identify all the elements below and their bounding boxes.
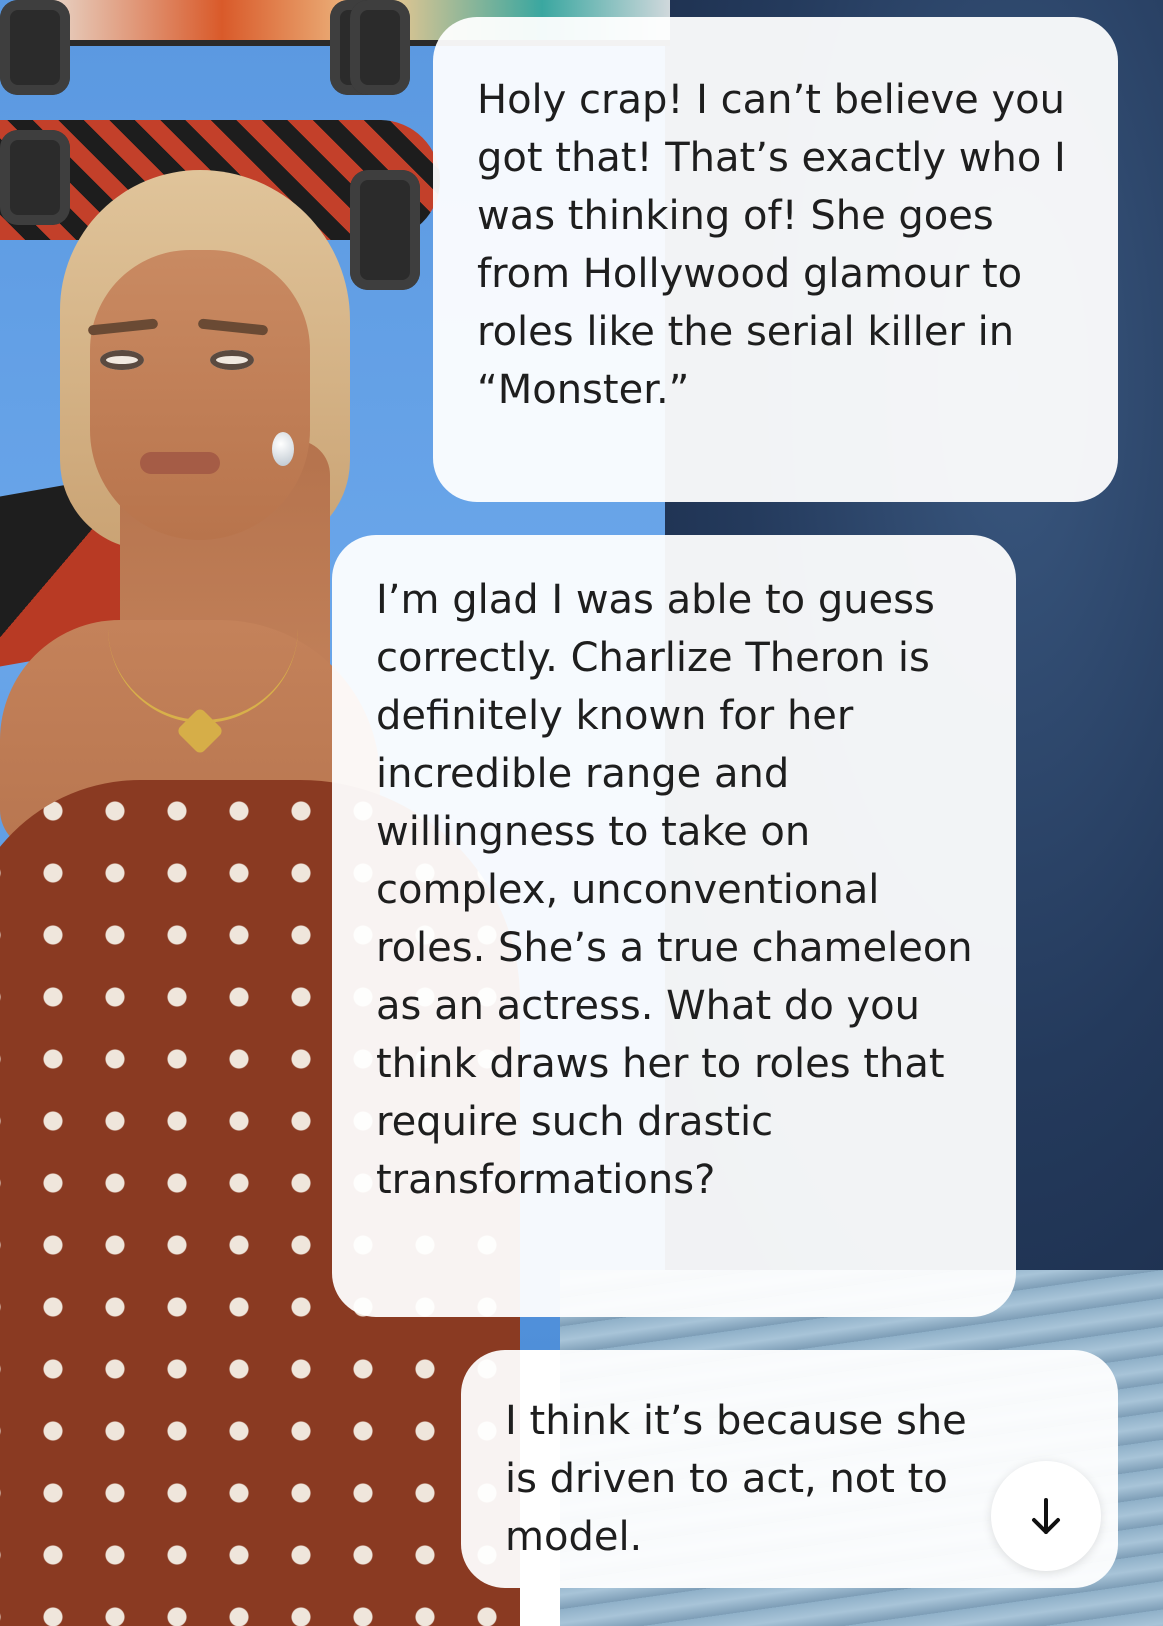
avatar-eye [210, 350, 254, 370]
avatar-lips [140, 452, 220, 474]
user-message-bubble: Holy crap! I can’t believe you got that!… [433, 17, 1118, 502]
snowboard-binding [350, 170, 420, 290]
message-text: Holy crap! I can’t believe you got that!… [477, 77, 1066, 413]
avatar-earring [272, 432, 294, 466]
snowboard-binding [0, 0, 70, 95]
scroll-to-bottom-button[interactable] [991, 1461, 1101, 1571]
snowboard-binding [350, 0, 410, 95]
avatar-eye [100, 350, 144, 370]
snowboard-binding [0, 130, 70, 225]
arrow-down-icon [1032, 1498, 1060, 1534]
message-text: I’m glad I was able to guess correctly. … [376, 577, 973, 1203]
avatar-face [90, 250, 310, 540]
assistant-message-bubble: I’m glad I was able to guess correctly. … [332, 535, 1016, 1317]
message-text: I think it’s because she is driven to ac… [505, 1398, 967, 1560]
